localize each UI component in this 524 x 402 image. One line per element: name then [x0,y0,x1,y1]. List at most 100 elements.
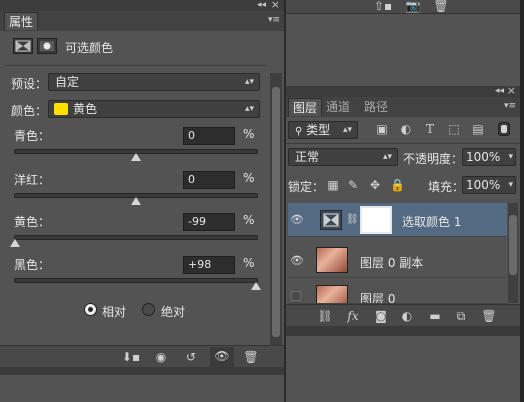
tab-channels[interactable]: 通道 [322,98,354,116]
colors-select[interactable]: 黄色 ▴▾ [48,100,260,118]
layer-row-layer0-copy[interactable]: 👁 图层 0 副本 [288,244,507,278]
adjustment-title: 可选颜色 [65,41,114,55]
layer-name: 图层 0 [360,292,396,304]
lock-transparent-icon[interactable]: ▦ [326,176,340,194]
scrollbar-thumb[interactable] [272,87,280,337]
layers-bottom-gap [286,326,520,336]
cyan-label: 青色： [14,129,51,143]
link-icon[interactable]: ⛓ [346,211,359,229]
tab-paths[interactable]: 路径 [360,98,392,116]
filter-toggle[interactable] [498,122,510,136]
yellow-input[interactable]: -99 [183,213,235,231]
blend-mode-value: 正常 [295,150,320,164]
eye-icon[interactable]: 👁 [290,213,304,226]
yellow-slider-thumb[interactable] [10,239,21,247]
add-mask-icon[interactable]: ◙ [372,307,390,325]
properties-footer: ⬇▪ ◉ ↺ 👁 🗑 [0,345,284,367]
black-slider-thumb[interactable] [250,282,261,290]
lock-all-icon[interactable]: 🔒 [390,176,405,194]
group-folder-icon[interactable]: ▬ [426,307,444,325]
chevron-down-icon[interactable]: ▾ [508,149,513,165]
absolute-label: 绝对 [161,305,186,319]
blend-mode-select[interactable]: 正常 ▴▾ [288,148,398,166]
trash-icon[interactable]: 🗑 [432,0,450,15]
header-divider [4,65,266,66]
layer-mask-thumbnail[interactable] [360,206,392,234]
trash-icon[interactable]: 🗑 [240,348,262,366]
view-previous-icon[interactable]: ◉ [150,348,172,366]
properties-scrollbar[interactable] [270,73,282,349]
layers-scrollbar[interactable] [508,203,518,303]
magenta-slider-thumb[interactable] [131,197,141,205]
magenta-label: 洋红： [14,173,51,187]
link-layers-icon[interactable]: ⛓ [316,307,334,325]
clip-to-layer-icon[interactable]: ⬇▪ [120,348,142,366]
preset-select[interactable]: 自定 ▴▾ [48,73,260,91]
visibility-checkbox[interactable] [291,291,301,301]
filter-shape-icon[interactable]: ⬚ [446,120,462,138]
lock-position-icon[interactable]: ✥ [368,176,382,194]
magenta-input[interactable]: 0 [183,171,235,189]
eye-icon[interactable]: 👁 [290,254,304,267]
adjustment-layer-icon [320,210,342,230]
filter-kind-value: 类型 [306,123,331,137]
layer-row-selective-color[interactable]: 👁 ⛓ 选取颜色 1 [288,203,507,237]
collapse-icon[interactable]: ◂◂ [257,0,266,10]
lock-label: 锁定： [288,180,325,194]
new-layer-icon[interactable]: ⧉ [452,307,470,325]
adjustment-layer-add-icon[interactable]: ◐ [398,307,416,325]
tab-layers[interactable]: 图层 [288,98,323,116]
filter-pixel-icon[interactable]: ▣ [374,120,390,138]
close-icon[interactable]: × [271,0,280,11]
properties-panel-topstrip: ◂◂ × [0,0,284,11]
layers-panel-topstrip: ◂◂ × [286,84,520,97]
filter-kind-select[interactable]: ⚲ 类型 ▴▾ [288,121,358,139]
panel-menu-icon[interactable]: ▾≡ [504,101,516,111]
yellow-swatch [54,103,68,115]
reset-icon[interactable]: ↺ [180,348,202,366]
workspace-background [286,336,520,402]
radio-dot [88,307,93,312]
visibility-icon[interactable]: 👁 [210,347,234,367]
filter-smart-object-icon[interactable]: ▤ [470,120,486,138]
opacity-input[interactable]: 100% ▾ [462,148,516,166]
tab-properties[interactable]: 属性 [4,12,39,30]
opacity-label: 不透明度： [403,152,464,166]
trash-icon[interactable]: 🗑 [480,307,498,325]
chevron-updown-icon: ▴▾ [342,125,352,135]
fill-value: 100% [466,178,501,192]
chevron-down-icon[interactable]: ▾ [508,177,513,193]
search-icon: ⚲ [295,126,303,137]
mask-icon[interactable] [37,38,57,54]
layer-row-layer0[interactable]: 图层 0 [288,282,507,304]
lock-image-icon[interactable]: ✎ [346,176,360,194]
close-icon[interactable]: × [507,84,516,97]
yellow-unit: % [243,213,255,227]
cyan-slider-thumb[interactable] [131,153,141,161]
absolute-radio[interactable] [142,303,155,316]
colors-label: 颜色： [11,104,48,118]
black-input[interactable]: +98 [183,256,235,274]
filter-adjustment-icon[interactable]: ◐ [398,120,414,138]
properties-panel: 可选颜色 预设： 自定 ▴▾ 颜色： 黄色 ▴▾ 青色： 0 % 洋红： 0 %… [0,31,284,367]
preset-value: 自定 [55,75,80,89]
opacity-value: 100% [466,150,501,164]
layers-tabbar: 图层 通道 路径 ▾≡ [286,97,520,117]
panel-menu-icon[interactable]: ▾≡ [268,15,280,25]
relative-radio[interactable] [84,303,97,316]
preset-label: 预设： [11,77,48,91]
fill-input[interactable]: 100% ▾ [462,176,516,194]
magenta-unit: % [243,171,255,185]
filter-type-icon[interactable]: T [422,120,438,138]
chevron-updown-icon: ▴▾ [244,77,254,87]
black-slider-track[interactable] [14,278,258,283]
camera-icon[interactable]: 📷 [404,0,422,15]
new-from-history-icon[interactable]: ⇧▪ [374,0,392,15]
collapse-icon[interactable]: ◂◂ [495,86,504,96]
scrollbar-thumb[interactable] [509,215,517,275]
yellow-slider-track[interactable] [14,235,258,240]
chevron-updown-icon: ▴▾ [382,152,392,162]
relative-label: 相对 [102,305,127,319]
cyan-input[interactable]: 0 [183,127,235,145]
fx-icon[interactable]: fx [344,307,362,325]
